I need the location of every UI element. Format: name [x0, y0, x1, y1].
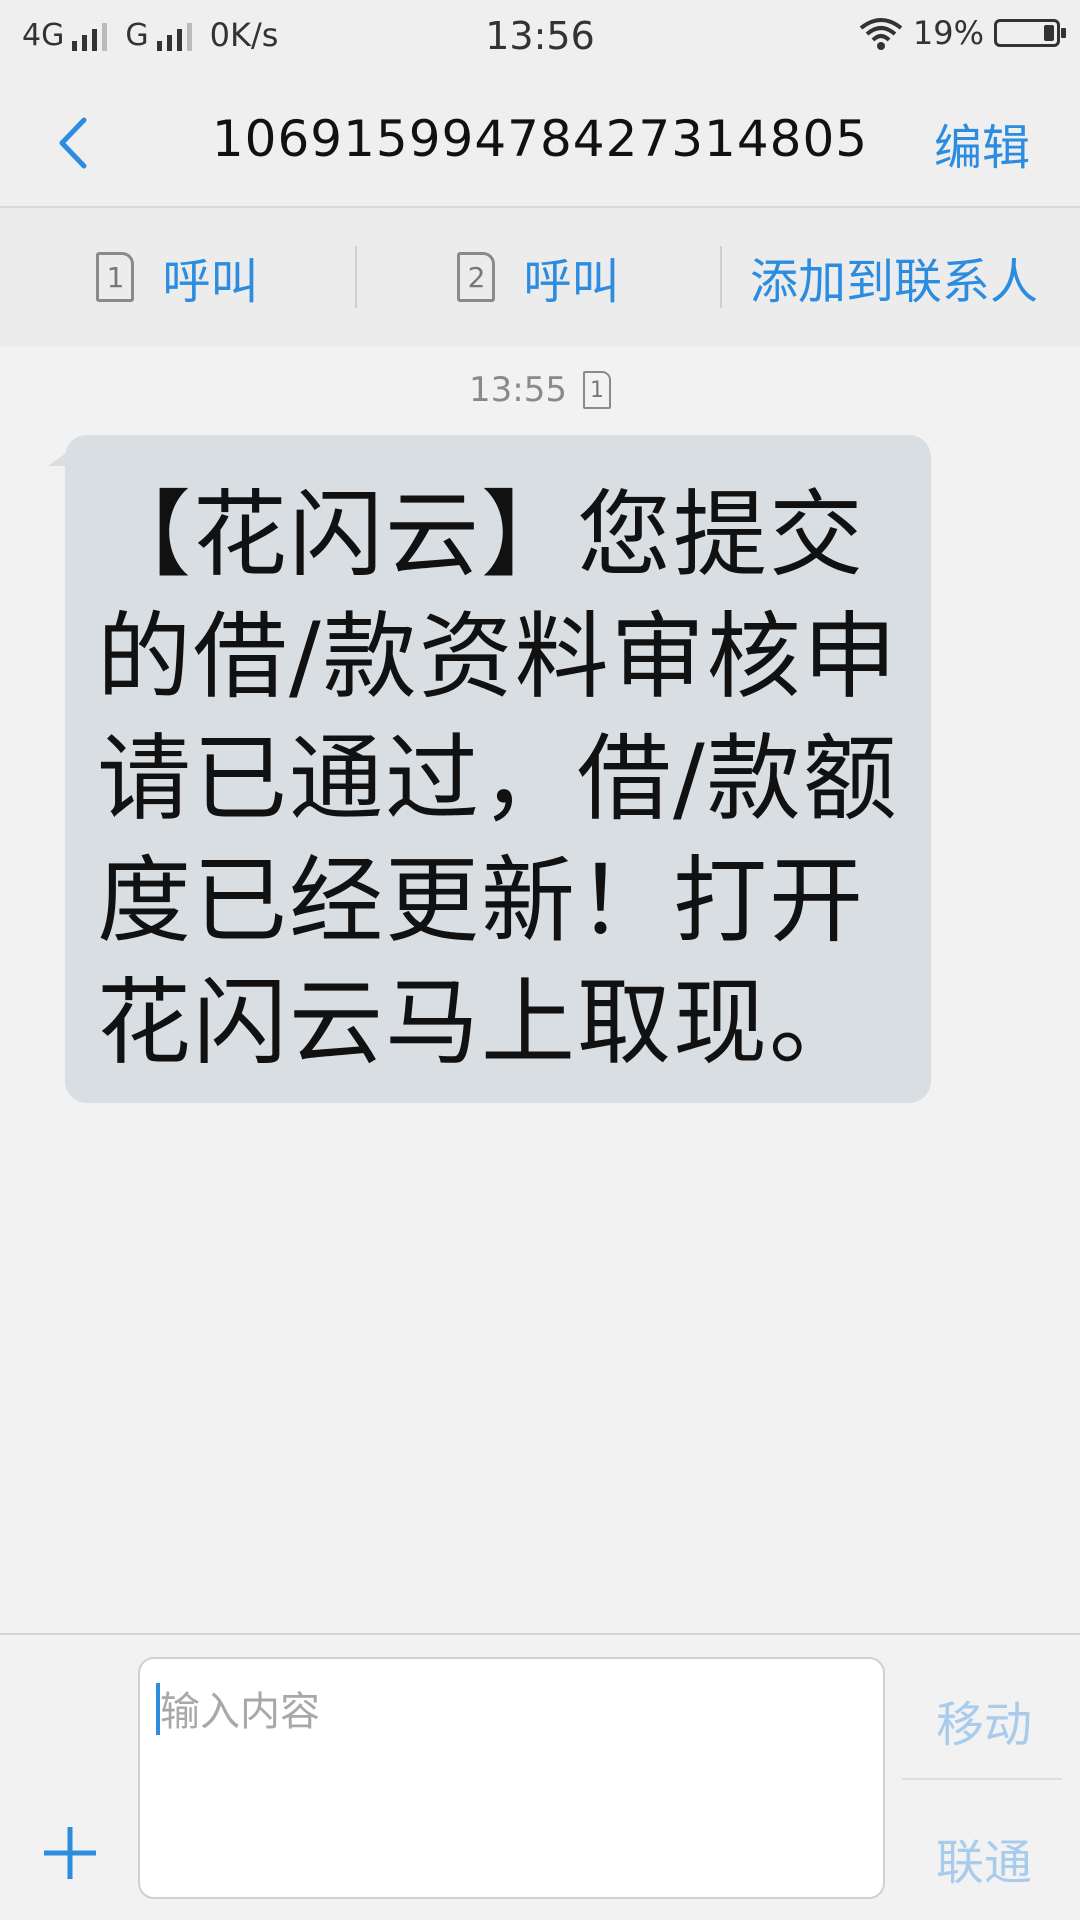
- divider: [902, 1778, 1062, 1780]
- message-bubble[interactable]: 【花闪云】您提交的借/款资料审核申请已通过，借/款额度已经更新！打开花闪云马上取…: [65, 435, 931, 1103]
- conversation-header: 1069159947842731​4805 编辑: [0, 78, 1080, 208]
- send-via-carrier-1-button[interactable]: 移动: [936, 1685, 1032, 1755]
- plus-icon[interactable]: [40, 1823, 100, 1883]
- send-via-carrier-2-button[interactable]: 联通: [936, 1823, 1032, 1893]
- call-sim1-button[interactable]: 1 呼叫: [0, 242, 355, 312]
- message-text: 【花闪云】您提交的借/款资料审核申请已通过，借/款额度已经更新！打开花闪云马上取…: [97, 481, 899, 1078]
- timestamp-text: 13:55: [469, 370, 567, 410]
- sender-number: 1069159947842731​4805: [211, 110, 869, 168]
- status-right: 19%: [859, 14, 1066, 52]
- call-label: 呼叫: [162, 254, 259, 310]
- action-bar: 1 呼叫 2 呼叫 添加到联系人: [0, 208, 1080, 346]
- battery-icon: [994, 19, 1066, 47]
- wifi-icon: [859, 18, 903, 50]
- sim-card-icon: 1: [96, 252, 135, 302]
- sim-card-icon: 1: [582, 371, 611, 409]
- battery-fill: [1044, 25, 1054, 41]
- sim-card-icon: 2: [457, 252, 496, 302]
- battery-percent: 19%: [912, 14, 984, 52]
- input-placeholder: 输入内容: [160, 1689, 320, 1735]
- compose-bar: 输入内容 移动 联通: [0, 1633, 1080, 1920]
- call-label: 呼叫: [523, 254, 620, 310]
- message-input[interactable]: 输入内容: [138, 1657, 885, 1899]
- call-sim2-button[interactable]: 2 呼叫: [357, 242, 720, 312]
- add-contact-button[interactable]: 添加到联系人: [722, 242, 1080, 312]
- message-timestamp: 13:55 1: [0, 370, 1080, 410]
- status-bar: 4G G 0K/s 13:56 19%: [0, 0, 1080, 78]
- edit-button[interactable]: 编辑: [934, 108, 1030, 178]
